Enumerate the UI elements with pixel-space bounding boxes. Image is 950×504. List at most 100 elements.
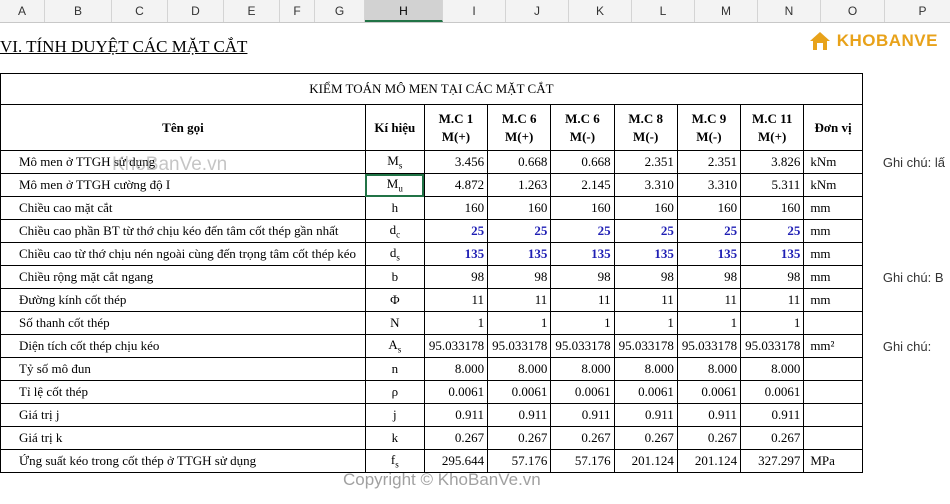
value-cell[interactable]: 1 (613, 311, 678, 335)
value-cell[interactable]: 8.000 (613, 357, 678, 381)
value-cell[interactable]: 0.668 (487, 150, 552, 174)
unit-cell[interactable]: kNm (803, 173, 863, 197)
column-header-A[interactable]: A (0, 0, 45, 22)
value-cell[interactable]: 3.310 (613, 173, 678, 197)
row-symbol[interactable]: Mu (364, 173, 425, 197)
unit-cell[interactable] (803, 311, 863, 335)
column-header-L[interactable]: L (632, 0, 695, 22)
value-cell[interactable]: 11 (550, 288, 615, 312)
value-cell[interactable]: 0.267 (676, 426, 742, 450)
note-cell[interactable] (862, 404, 949, 427)
row-label[interactable]: Mô men ở TTGH cường độ I (0, 173, 366, 197)
note-cell[interactable] (862, 197, 949, 220)
row-symbol[interactable]: k (364, 426, 425, 450)
value-cell[interactable]: 57.176 (487, 449, 552, 473)
column-header-D[interactable]: D (168, 0, 224, 22)
header-section[interactable]: M.C 8 M(-) (613, 104, 678, 151)
row-label[interactable]: Chiều cao từ thớ chịu nén ngoài cùng đến… (0, 242, 366, 266)
value-cell[interactable]: 95.033178 (740, 334, 805, 358)
value-cell[interactable]: 0.0061 (487, 380, 552, 404)
value-cell[interactable]: 98 (613, 265, 678, 289)
row-label[interactable]: Chiều cao mặt cắt (0, 196, 366, 220)
value-cell[interactable]: 160 (740, 196, 805, 220)
value-cell[interactable]: 3.310 (676, 173, 742, 197)
value-cell[interactable]: 25 (487, 219, 552, 243)
header-name[interactable]: Tên gọi (0, 104, 366, 151)
row-symbol[interactable]: N (364, 311, 425, 335)
value-cell[interactable]: 4.872 (423, 173, 489, 197)
column-header-K[interactable]: K (569, 0, 632, 22)
value-cell[interactable]: 135 (613, 242, 678, 266)
row-symbol[interactable]: As (364, 334, 425, 358)
value-cell[interactable]: 98 (550, 265, 615, 289)
value-cell[interactable]: 95.033178 (550, 334, 615, 358)
value-cell[interactable]: 327.297 (740, 449, 805, 473)
value-cell[interactable]: 98 (487, 265, 552, 289)
unit-cell[interactable]: mm (803, 219, 863, 243)
row-symbol[interactable]: n (364, 357, 425, 381)
row-label[interactable]: Chiều cao phần BT từ thớ chịu kéo đến tâ… (0, 219, 366, 243)
row-symbol[interactable]: h (364, 196, 425, 220)
row-label[interactable]: Chiều rộng mặt cắt ngang (0, 265, 366, 289)
value-cell[interactable]: 0.0061 (676, 380, 742, 404)
value-cell[interactable]: 0.911 (613, 403, 678, 427)
value-cell[interactable]: 0.0061 (423, 380, 489, 404)
header-section[interactable]: M.C 1 M(+) (423, 104, 489, 151)
value-cell[interactable]: 11 (676, 288, 742, 312)
value-cell[interactable]: 0.911 (487, 403, 552, 427)
value-cell[interactable]: 0.267 (550, 426, 615, 450)
header-symbol[interactable]: Kí hiệu (364, 104, 425, 151)
unit-cell[interactable] (803, 357, 863, 381)
value-cell[interactable]: 1 (740, 311, 805, 335)
column-header-H[interactable]: H (365, 0, 443, 22)
unit-cell[interactable]: MPa (803, 449, 863, 473)
row-symbol[interactable]: fs (364, 449, 425, 473)
note-cell[interactable] (862, 450, 949, 473)
value-cell[interactable]: 201.124 (613, 449, 678, 473)
column-header-C[interactable]: C (112, 0, 168, 22)
note-cell[interactable] (862, 289, 949, 312)
value-cell[interactable]: 8.000 (487, 357, 552, 381)
row-label[interactable]: Tỉ lệ cốt thép (0, 380, 366, 404)
note-cell[interactable]: Ghi chú: lấ (862, 151, 949, 174)
value-cell[interactable]: 3.826 (740, 150, 805, 174)
note-cell[interactable] (862, 358, 949, 381)
row-label[interactable]: Số thanh cốt thép (0, 311, 366, 335)
unit-cell[interactable]: mm² (803, 334, 863, 358)
row-symbol[interactable]: Φ (364, 288, 425, 312)
value-cell[interactable]: 25 (613, 219, 678, 243)
column-header-E[interactable]: E (224, 0, 280, 22)
value-cell[interactable]: 201.124 (676, 449, 742, 473)
value-cell[interactable]: 8.000 (740, 357, 805, 381)
value-cell[interactable]: 160 (487, 196, 552, 220)
value-cell[interactable]: 0.0061 (550, 380, 615, 404)
row-symbol[interactable]: ρ (364, 380, 425, 404)
value-cell[interactable]: 295.644 (423, 449, 489, 473)
value-cell[interactable]: 8.000 (423, 357, 489, 381)
row-label[interactable]: Giá trị j (0, 403, 366, 427)
note-cell[interactable]: Ghi chú: B (862, 266, 949, 289)
value-cell[interactable]: 1.263 (487, 173, 552, 197)
row-symbol[interactable]: j (364, 403, 425, 427)
value-cell[interactable]: 0.911 (676, 403, 742, 427)
value-cell[interactable]: 1 (487, 311, 552, 335)
note-cell[interactable] (862, 312, 949, 335)
column-header-F[interactable]: F (280, 0, 315, 22)
value-cell[interactable]: 25 (423, 219, 489, 243)
column-header-O[interactable]: O (821, 0, 885, 22)
unit-cell[interactable]: mm (803, 288, 863, 312)
value-cell[interactable]: 1 (423, 311, 489, 335)
value-cell[interactable]: 2.351 (613, 150, 678, 174)
value-cell[interactable]: 25 (550, 219, 615, 243)
value-cell[interactable]: 135 (676, 242, 742, 266)
unit-cell[interactable]: mm (803, 196, 863, 220)
note-cell[interactable] (862, 243, 949, 266)
value-cell[interactable]: 0.267 (613, 426, 678, 450)
value-cell[interactable]: 135 (487, 242, 552, 266)
value-cell[interactable]: 11 (423, 288, 489, 312)
unit-cell[interactable]: mm (803, 242, 863, 266)
value-cell[interactable]: 0.0061 (613, 380, 678, 404)
row-label[interactable]: Giá trị k (0, 426, 366, 450)
column-header-M[interactable]: M (695, 0, 758, 22)
row-label[interactable]: Mô men ở TTGH sử dụng (0, 150, 366, 174)
